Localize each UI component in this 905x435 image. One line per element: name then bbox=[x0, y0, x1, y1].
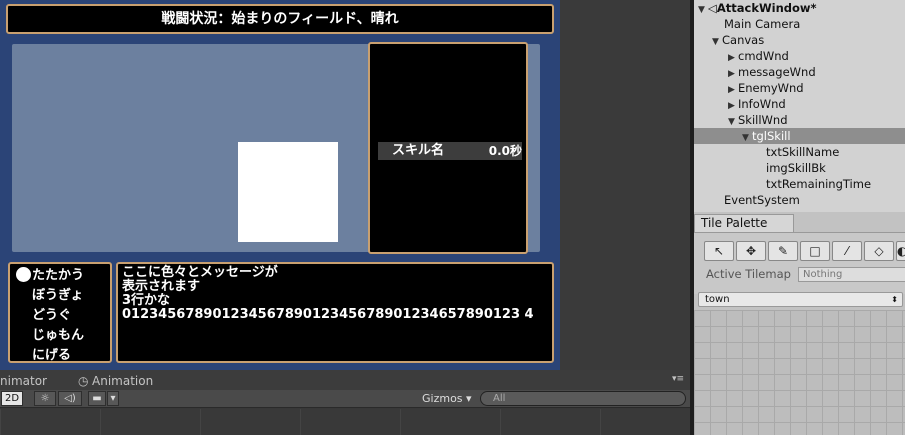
effects-dropdown-icon[interactable]: ▾ bbox=[107, 391, 119, 406]
skill-window: スキル名 0.0秒 bbox=[368, 42, 528, 254]
panel-tabs: nimator ◷ Animation ▾≡ bbox=[0, 370, 690, 390]
hierarchy-item-label: tglSkill bbox=[752, 129, 791, 143]
eyedropper-icon[interactable]: ⁄ bbox=[832, 241, 862, 261]
tile-palette-panel: Tile Palette ↖ ✥ ✎ □ ⁄ ◇ ◐ Active Tilema… bbox=[694, 212, 905, 435]
unity-scene-icon: ◁ bbox=[708, 1, 717, 15]
tile-palette-grid[interactable] bbox=[694, 310, 905, 435]
message-line: 3行かな bbox=[122, 293, 171, 308]
status-bar: 戦闘状況：始まりのフィールド、晴れ bbox=[6, 4, 554, 34]
chevron-down-icon: ▾ bbox=[466, 392, 472, 405]
tab-animation[interactable]: Animation bbox=[92, 374, 153, 388]
scene-root[interactable]: ▼ ◁AttackWindow* bbox=[694, 0, 905, 16]
message-line: 0123456789012345678901234567890123465789… bbox=[122, 307, 534, 322]
command-flee[interactable]: にげる bbox=[32, 344, 71, 363]
dropdown-arrows-icon: ⬍ bbox=[891, 295, 898, 304]
hierarchy-item[interactable]: ▶ cmdWnd bbox=[694, 48, 905, 64]
status-text: 戦闘状況：始まりのフィールド、晴れ bbox=[161, 11, 399, 27]
effects-icon[interactable]: ▬ bbox=[88, 391, 106, 406]
lighting-icon[interactable]: ☼ bbox=[34, 391, 56, 406]
command-defend[interactable]: ぼうぎょ bbox=[32, 284, 83, 303]
hierarchy-item-label: EnemyWnd bbox=[738, 81, 804, 95]
hierarchy-item[interactable]: ▶ InfoWnd bbox=[694, 96, 905, 112]
hierarchy-item[interactable]: ▼ SkillWnd bbox=[694, 112, 905, 128]
palette-dropdown[interactable]: town ⬍ bbox=[698, 292, 903, 307]
scene-search-input[interactable]: All bbox=[480, 391, 686, 406]
hierarchy-item[interactable]: ▼ Canvas bbox=[694, 32, 905, 48]
active-tilemap-label: Active Tilemap bbox=[706, 267, 791, 281]
hierarchy-item[interactable]: imgSkillBk bbox=[694, 160, 905, 176]
palette-dropdown-value: town bbox=[705, 294, 730, 305]
gizmos-dropdown[interactable]: Gizmos ▾ bbox=[422, 391, 472, 407]
scene-name: AttackWindow* bbox=[716, 1, 817, 15]
hierarchy-item-selected[interactable]: ▼ tglSkill bbox=[694, 128, 905, 144]
hierarchy-item-label: cmdWnd bbox=[738, 49, 789, 63]
command-attack[interactable]: たたかう bbox=[32, 264, 84, 283]
enemy-sprite bbox=[238, 142, 338, 242]
clock-icon: ◷ bbox=[78, 374, 89, 388]
2d-toggle-button[interactable]: 2D bbox=[1, 391, 23, 406]
panel-menu-icon[interactable]: ▾≡ bbox=[672, 374, 684, 384]
select-tool-icon[interactable]: ↖ bbox=[704, 241, 734, 261]
hierarchy-item[interactable]: ▶ messageWnd bbox=[694, 64, 905, 80]
cursor-dot-icon bbox=[16, 267, 31, 282]
scene-toolbar: 2D ☼ ◁) ▬ ▾ Gizmos ▾ All bbox=[0, 390, 690, 408]
command-spell[interactable]: じゅもん bbox=[32, 324, 84, 343]
paint-brush-icon[interactable]: ✎ bbox=[768, 241, 798, 261]
skill-name: スキル名 bbox=[392, 143, 445, 158]
fill-tool-icon[interactable]: ◐ bbox=[896, 241, 905, 261]
search-placeholder: All bbox=[493, 393, 506, 404]
message-window: ここに色々とメッセージが 表示されます 3行かな 012345678901234… bbox=[116, 262, 554, 363]
tile-palette-toolbar: ↖ ✥ ✎ □ ⁄ ◇ ◐ Active Tilemap Nothing bbox=[694, 232, 905, 294]
message-line: ここに色々とメッセージが bbox=[122, 265, 278, 280]
hierarchy-panel: ▼ ◁AttackWindow* Main Camera ▼ Canvas ▶ cmd… bbox=[694, 0, 905, 212]
hierarchy-item[interactable]: txtSkillName bbox=[694, 144, 905, 160]
message-line: 表示されます bbox=[122, 279, 201, 294]
hierarchy-item[interactable]: ▶ EnemyWnd bbox=[694, 80, 905, 96]
skill-toggle[interactable]: スキル名 0.0秒 bbox=[378, 142, 522, 160]
hierarchy-item[interactable]: Main Camera bbox=[694, 16, 905, 32]
tab-animator[interactable]: nimator bbox=[0, 374, 47, 388]
hierarchy-item[interactable]: EventSystem bbox=[694, 192, 905, 208]
hierarchy-item[interactable]: txtRemainingTime bbox=[694, 176, 905, 192]
command-window: たたかう ぼうぎょ どうぐ じゅもん にげる bbox=[8, 262, 112, 363]
gizmos-label: Gizmos bbox=[422, 392, 463, 405]
hierarchy-item-label: messageWnd bbox=[738, 65, 816, 79]
move-tool-icon[interactable]: ✥ bbox=[736, 241, 766, 261]
hierarchy-item-label: InfoWnd bbox=[738, 97, 786, 111]
command-item[interactable]: どうぐ bbox=[32, 304, 71, 323]
scene-view-grid[interactable] bbox=[0, 409, 690, 435]
box-fill-icon[interactable]: □ bbox=[800, 241, 830, 261]
active-tilemap-dropdown[interactable]: Nothing bbox=[798, 267, 905, 282]
hierarchy-item-label: SkillWnd bbox=[738, 113, 788, 127]
game-view: 戦闘状況：始まりのフィールド、晴れ スキル名 0.0秒 たたかう ぼうぎょ どう… bbox=[0, 0, 560, 370]
skill-remaining-time: 0.0秒 bbox=[488, 144, 522, 158]
animator-panel: nimator ◷ Animation ▾≡ 2D ☼ ◁) ▬ ▾ Gizmo… bbox=[0, 370, 690, 435]
audio-icon[interactable]: ◁) bbox=[58, 391, 82, 406]
eraser-icon[interactable]: ◇ bbox=[864, 241, 894, 261]
tab-tile-palette[interactable]: Tile Palette bbox=[694, 214, 794, 232]
hierarchy-item-label: Canvas bbox=[722, 33, 765, 47]
